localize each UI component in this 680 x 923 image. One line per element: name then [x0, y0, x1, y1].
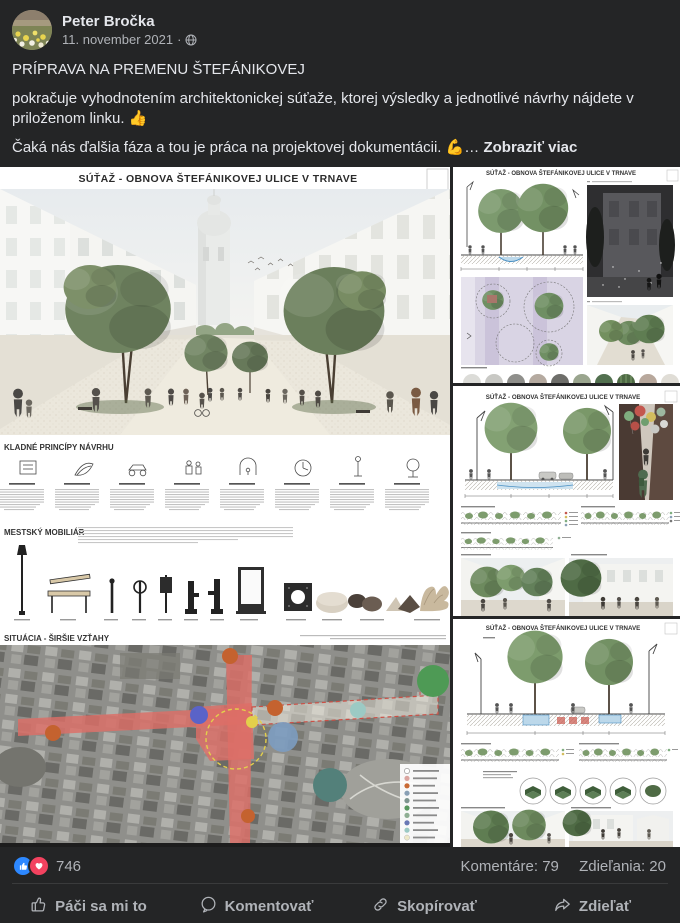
comment-button[interactable]: Komentovať	[172, 886, 340, 923]
post-subline: 11. november 2021 ·	[62, 31, 197, 48]
comment-button-label: Komentovať	[225, 898, 314, 915]
board2-street-render	[587, 301, 673, 365]
situacia-section: SITUÁCIA - ŠIRŠIE VZŤAHY	[0, 634, 450, 847]
aerial-map	[0, 645, 450, 847]
stone-seat	[316, 592, 348, 613]
copy-button-label: Skopírovať	[397, 898, 477, 915]
situacia-heading: SITUÁCIA - ŠIRŠIE VZŤAHY	[4, 634, 110, 643]
post-text-line3: Čaká nás ďalšia fáza a tou je práca na p…	[12, 138, 668, 158]
board2-night-photo	[586, 181, 675, 297]
post-text-line2: pokračuje vyhodnotením architektonickej …	[12, 89, 668, 129]
street-render	[0, 189, 450, 435]
engagement-stats: 746 Komentáre: 79 Zdieľania: 20	[0, 847, 680, 883]
mobiliar-heading: MESTSKÝ MOBILIÁR	[4, 528, 85, 537]
love-reaction-icon	[28, 855, 50, 877]
board3-title: SÚŤAŽ - OBNOVA ŠTEFÁNIKOVEJ ULICE V TRNA…	[486, 393, 641, 401]
post-text-line3-text: Čaká nás ďalšia fáza a tou je práca na p…	[12, 139, 483, 156]
board2-plan-view	[461, 277, 583, 366]
principles-section: KLADNÉ PRINCÍPY NÁVRHU	[0, 435, 450, 521]
side-photo-column: SÚŤAŽ - OBNOVA ŠTEFÁNIKOVEJ ULICE V TRNA…	[453, 167, 680, 847]
board2-title: SÚŤAŽ - OBNOVA ŠTEFÁNIKOVEJ ULICE V TRNA…	[486, 169, 636, 177]
reaction-icons	[12, 855, 50, 877]
entry-number-box	[427, 169, 448, 190]
header-meta: Peter Bročka 11. november 2021 ·	[62, 12, 197, 48]
share-button-label: Zdieľať	[579, 898, 631, 915]
share-count[interactable]: Zdieľania: 20	[579, 858, 666, 875]
share-button[interactable]: Zdieľať	[508, 886, 676, 923]
reaction-summary[interactable]: 746	[12, 855, 81, 877]
photo-board-2[interactable]: SÚŤAŽ - OBNOVA ŠTEFÁNIKOVEJ ULICE V TRNA…	[453, 167, 680, 383]
post-date[interactable]: 11. november 2021	[62, 31, 173, 48]
map-legend	[400, 764, 450, 843]
tree-grate	[284, 583, 312, 611]
photo-grid: SÚŤAŽ - OBNOVA ŠTEFÁNIKOVEJ ULICE V TRNA…	[0, 167, 680, 847]
link-icon	[371, 895, 390, 918]
avatar-image	[12, 10, 52, 50]
entry-number-box	[665, 623, 677, 634]
entry-number-box	[667, 170, 678, 181]
photo-board-4[interactable]: SÚŤAŽ - OBNOVA ŠTEFÁNIKOVEJ ULICE V TRNA…	[453, 619, 680, 847]
date-separator: ·	[177, 31, 181, 48]
principles-heading: KLADNÉ PRINCÍPY NÁVRHU	[4, 443, 114, 452]
post-text-line1: PRÍPRAVA NA PREMENU ŠTEFÁNIKOVEJ	[12, 60, 668, 80]
photo-main-board[interactable]: SÚŤAŽ - OBNOVA ŠTEFÁNIKOVEJ ULICE V TRNA…	[0, 167, 450, 847]
avatar[interactable]	[12, 10, 52, 50]
stats-right: Komentáre: 79 Zdieľania: 20	[444, 858, 666, 875]
render-left	[461, 558, 565, 616]
comment-count[interactable]: Komentáre: 79	[460, 858, 558, 875]
board3-alley-photo	[619, 404, 673, 500]
post-header: Peter Bročka 11. november 2021 ·	[0, 0, 680, 54]
photo-board-3[interactable]: SÚŤAŽ - OBNOVA ŠTEFÁNIKOVEJ ULICE V TRNA…	[453, 386, 680, 616]
like-icon	[29, 895, 48, 918]
author-name[interactable]: Peter Bročka	[62, 12, 197, 31]
reaction-count: 746	[56, 858, 81, 875]
share-icon	[553, 895, 572, 918]
citylight-panel	[236, 567, 266, 614]
facebook-post: Peter Bročka 11. november 2021 · PRÍPRAV…	[0, 0, 680, 923]
see-more-link[interactable]: Zobraziť viac	[483, 139, 577, 156]
like-button-label: Páči sa mi to	[55, 898, 147, 915]
render-left	[461, 810, 565, 847]
board4-title: SÚŤAŽ - OBNOVA ŠTEFÁNIKOVEJ ULICE V TRNA…	[486, 624, 641, 632]
main-board-title: SÚŤAŽ - OBNOVA ŠTEFÁNIKOVEJ ULICE V TRNA…	[78, 172, 357, 185]
globe-privacy-icon	[185, 34, 197, 46]
render-right	[559, 558, 673, 616]
like-button[interactable]: Páči sa mi to	[4, 886, 172, 923]
render-right	[561, 810, 673, 847]
entry-number-box	[665, 391, 677, 402]
copy-link-button[interactable]: Skopírovať	[340, 886, 508, 923]
post-text: PRÍPRAVA NA PREMENU ŠTEFÁNIKOVEJ pokraču…	[12, 60, 668, 158]
action-bar: Páči sa mi to Komentovať Skopírovať	[0, 884, 680, 923]
comment-icon	[199, 895, 218, 918]
